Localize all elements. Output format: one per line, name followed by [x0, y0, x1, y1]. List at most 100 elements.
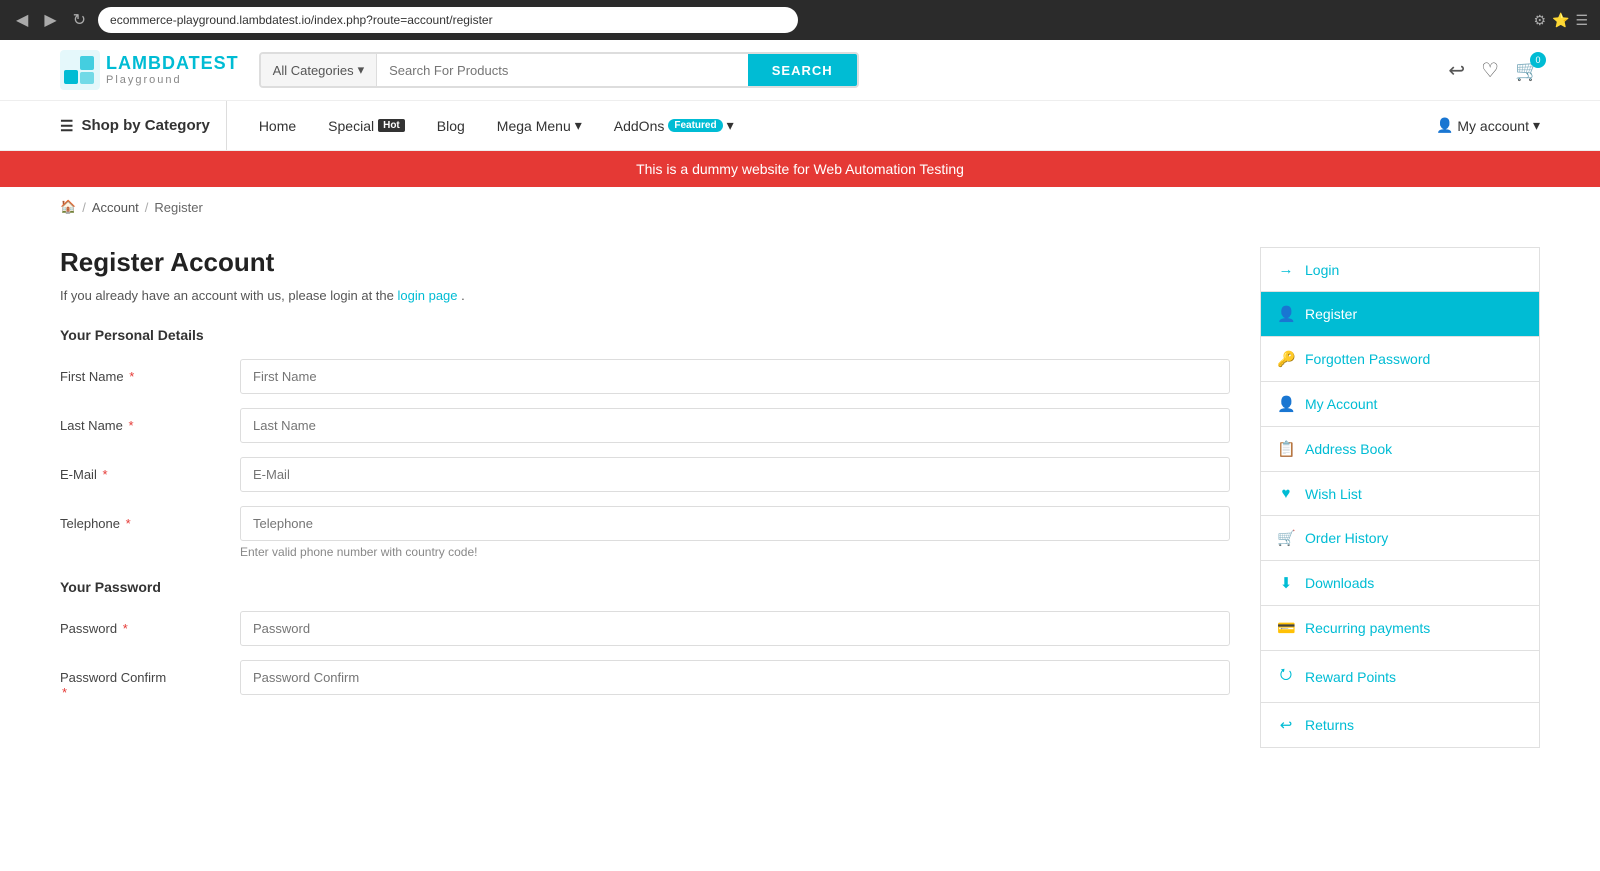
register-icon: 👤	[1277, 305, 1295, 323]
first-name-input[interactable]	[240, 359, 1230, 394]
password-required: *	[123, 621, 128, 636]
account-sidebar: → Login 👤 Register 🔑 Forgotten Password …	[1260, 247, 1540, 748]
login-page-link[interactable]: login page	[398, 288, 462, 303]
cart-badge: 0	[1530, 52, 1546, 68]
nav-bar: ☰ Shop by Category Home Special Hot Blog…	[0, 101, 1600, 151]
my-account-icon: 👤	[1277, 395, 1295, 413]
personal-details-title: Your Personal Details	[60, 327, 1230, 343]
search-input[interactable]	[377, 54, 748, 86]
cart-btn[interactable]: 🛒 0	[1515, 58, 1540, 83]
intro-text: If you already have an account with us, …	[60, 288, 1230, 303]
heart-sidebar-icon: ♥	[1277, 485, 1295, 502]
shop-by-category[interactable]: ☰ Shop by Category	[60, 101, 227, 150]
nav-my-account[interactable]: 👤 My account ▾	[1436, 117, 1540, 134]
last-name-input-wrap	[240, 408, 1230, 443]
sidebar-item-wish-list[interactable]: ♥ Wish List	[1260, 472, 1540, 516]
sidebar-item-address-book[interactable]: 📋 Address Book	[1260, 427, 1540, 472]
returns-icon: ↩	[1277, 716, 1295, 734]
email-group: E-Mail *	[60, 457, 1230, 492]
nav-mega-menu[interactable]: Mega Menu ▾	[481, 101, 598, 150]
page-wrapper: LAMBDATEST Playground All Categories ▾ S…	[0, 40, 1600, 871]
password-confirm-input-wrap	[240, 660, 1230, 695]
order-history-icon: 🛒	[1277, 529, 1295, 547]
last-name-required: *	[129, 418, 134, 433]
sidebar-returns-label: Returns	[1305, 717, 1354, 733]
sidebar-wish-list-label: Wish List	[1305, 486, 1362, 502]
sidebar-forgotten-label: Forgotten Password	[1305, 351, 1430, 367]
breadcrumb-home[interactable]: 🏠	[60, 199, 76, 215]
sidebar-my-account-label: My Account	[1305, 396, 1377, 412]
logo-sub-text: Playground	[106, 74, 239, 86]
browser-back-btn[interactable]: ◀	[12, 6, 32, 34]
reward-icon: ⭮	[1277, 664, 1295, 689]
search-button[interactable]: SEARCH	[748, 54, 857, 86]
nav-addons[interactable]: AddOns Featured ▾	[598, 101, 750, 150]
breadcrumb-account[interactable]: Account	[92, 200, 139, 215]
sidebar-item-reward-points[interactable]: ⭮ Reward Points	[1260, 651, 1540, 703]
category-dropdown[interactable]: All Categories ▾	[261, 54, 377, 86]
nav-blog[interactable]: Blog	[421, 101, 481, 150]
browser-url-bar[interactable]: ecommerce-playground.lambdatest.io/index…	[98, 7, 798, 33]
sidebar-address-book-label: Address Book	[1305, 441, 1392, 457]
back-icon-btn[interactable]: ↩	[1448, 58, 1465, 83]
extension-icon-2: ⭐	[1552, 12, 1569, 29]
sidebar-item-downloads[interactable]: ⬇ Downloads	[1260, 561, 1540, 606]
featured-badge: Featured	[668, 119, 722, 132]
last-name-input[interactable]	[240, 408, 1230, 443]
red-banner: This is a dummy website for Web Automati…	[0, 151, 1600, 187]
sidebar-item-forgotten-password[interactable]: 🔑 Forgotten Password	[1260, 337, 1540, 382]
site-header: LAMBDATEST Playground All Categories ▾ S…	[0, 40, 1600, 101]
logo[interactable]: LAMBDATEST Playground	[60, 50, 239, 90]
sidebar-item-recurring-payments[interactable]: 💳 Recurring payments	[1260, 606, 1540, 651]
page-title: Register Account	[60, 247, 1230, 278]
email-input-wrap	[240, 457, 1230, 492]
browser-forward-btn[interactable]: ▶	[40, 6, 60, 34]
last-name-group: Last Name *	[60, 408, 1230, 443]
sidebar-login-label: Login	[1305, 262, 1339, 278]
main-content: Register Account If you already have an …	[0, 227, 1600, 788]
password-confirm-input[interactable]	[240, 660, 1230, 695]
password-label: Password *	[60, 611, 240, 636]
first-name-input-wrap	[240, 359, 1230, 394]
sidebar-item-order-history[interactable]: 🛒 Order History	[1260, 516, 1540, 561]
account-chevron: ▾	[1533, 117, 1540, 134]
sidebar-item-login[interactable]: → Login	[1260, 247, 1540, 292]
browser-toolbar-icons: ⚙ ⭐ ☰	[1533, 12, 1588, 29]
logo-text: LAMBDATEST Playground	[106, 54, 239, 86]
addons-chevron: ▾	[727, 117, 734, 134]
logo-icon	[60, 50, 100, 90]
sidebar-order-history-label: Order History	[1305, 530, 1388, 546]
sidebar-item-returns[interactable]: ↩ Returns	[1260, 703, 1540, 748]
sidebar-item-my-account[interactable]: 👤 My Account	[1260, 382, 1540, 427]
email-label: E-Mail *	[60, 457, 240, 482]
heart-icon: ♡	[1481, 60, 1499, 82]
telephone-input[interactable]	[240, 506, 1230, 541]
recurring-icon: 💳	[1277, 619, 1295, 637]
sidebar-downloads-label: Downloads	[1305, 575, 1374, 591]
url-text: ecommerce-playground.lambdatest.io/index…	[110, 13, 493, 27]
password-input[interactable]	[240, 611, 1230, 646]
sidebar-item-register[interactable]: 👤 Register	[1260, 292, 1540, 337]
category-label: All Categories	[273, 63, 354, 78]
key-icon: 🔑	[1277, 350, 1295, 368]
first-name-label: First Name *	[60, 359, 240, 384]
category-chevron-icon: ▾	[358, 62, 365, 78]
sidebar-register-label: Register	[1305, 306, 1357, 322]
address-book-icon: 📋	[1277, 440, 1295, 458]
login-icon: →	[1277, 261, 1295, 278]
nav-special[interactable]: Special Hot	[312, 101, 421, 150]
browser-reload-btn[interactable]: ↻	[69, 6, 90, 34]
first-name-group: First Name *	[60, 359, 1230, 394]
search-bar: All Categories ▾ SEARCH	[259, 52, 859, 88]
hamburger-icon: ☰	[60, 117, 73, 135]
header-icons: ↩ ♡ 🛒 0	[1448, 58, 1540, 83]
password-group: Password *	[60, 611, 1230, 646]
account-icon: 👤	[1436, 117, 1453, 134]
extension-icon-1: ⚙	[1533, 12, 1546, 29]
telephone-label: Telephone *	[60, 506, 240, 531]
sidebar-reward-label: Reward Points	[1305, 669, 1396, 685]
password-confirm-group: Password Confirm *	[60, 660, 1230, 700]
email-input[interactable]	[240, 457, 1230, 492]
nav-home[interactable]: Home	[243, 101, 312, 150]
wishlist-btn[interactable]: ♡	[1481, 58, 1499, 83]
